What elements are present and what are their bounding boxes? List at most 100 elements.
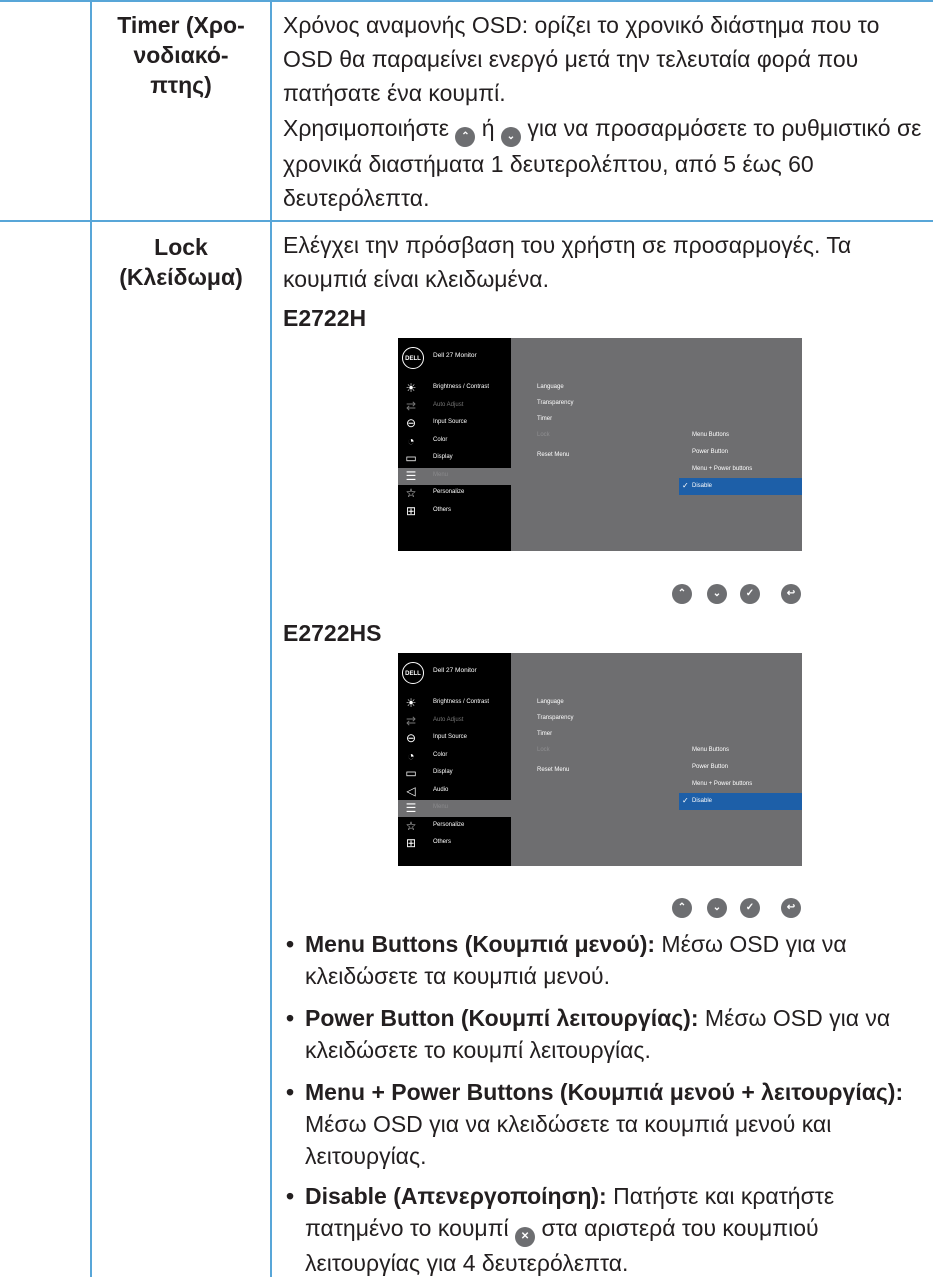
osd-menu-item: ⇄ Auto Adjust <box>398 398 511 415</box>
osd-menu-label: Display <box>433 769 453 775</box>
osd-submenu-item: Transparency <box>537 715 574 721</box>
table-rule-right <box>270 0 272 1277</box>
osd-menu-item: ⊞ Others <box>398 835 511 852</box>
osd-submenu-item: Language <box>537 699 564 705</box>
bullet-dot: • <box>286 1079 295 1105</box>
osd-menu-label: Input Source <box>433 734 468 740</box>
bullet-power-button: • Power Button (Κουμπί λειτουργίας): Μέσ… <box>283 1002 928 1066</box>
auto-adjust-icon: ⇄ <box>405 398 417 413</box>
osd-menu-label: Personalize <box>433 489 465 495</box>
display-icon: ▭ <box>405 766 417 780</box>
osd-lock-option: Power Button <box>679 759 802 776</box>
down-button-icon: ⌄ <box>707 898 727 918</box>
check-icon: ✓ <box>682 481 689 490</box>
star-icon: ☆ <box>405 486 417 500</box>
osd-menu-label: Auto Adjust <box>433 716 464 723</box>
osd-menu-item: ▭ Display <box>398 450 511 467</box>
osd-menu-item: ⊞ Others <box>398 503 511 520</box>
back-button-icon: ↩ <box>781 898 801 918</box>
osd-menu-label: Menu <box>433 804 449 810</box>
timer-adjust-text: Χρησιμοποιήστε ⌃ ή ⌄ για να προσαρμόσετε… <box>283 111 923 215</box>
osd-menu-item: ☀ Brightness / Contrast <box>398 380 511 397</box>
osd-menu-label: Others <box>433 506 452 513</box>
color-icon: ◔ <box>407 748 415 763</box>
osd-menu-label: Color <box>433 436 448 443</box>
osd-menu-item: ◔ Color <box>398 433 511 450</box>
input-source-icon: ⊖ <box>405 731 417 745</box>
osd-menu-item: ⊖ Input Source <box>398 730 511 747</box>
table-rule-mid <box>0 220 933 222</box>
auto-adjust-icon: ⇄ <box>405 713 417 728</box>
osd-lock-option: Menu + Power buttons <box>679 461 802 478</box>
osd-menu-item: ▭ Display <box>398 765 511 782</box>
osd-lock-option: Power Button <box>679 444 802 461</box>
down-icon: ⌄ <box>500 127 521 147</box>
osd-menu-label: Menu <box>433 471 449 478</box>
table-rule-top <box>0 0 933 2</box>
osd-menu-item: ☀ Brightness / Contrast <box>398 695 511 712</box>
osd-submenu-item: Transparency <box>537 400 574 406</box>
osd-submenu-item: Reset Menu <box>537 452 570 458</box>
bullet-disable: • Disable (Απενεργοποίηση): Πατήστε και … <box>283 1180 928 1279</box>
osd-option-label: Menu + Power buttons <box>692 466 753 472</box>
osd-option-label: Menu + Power buttons <box>692 781 753 787</box>
bullet-dot: • <box>286 931 295 957</box>
osd-submenu-item: Timer <box>537 416 553 422</box>
osd-lock-option: ✓ Disable <box>679 478 802 495</box>
osd-submenu-item: Lock <box>537 432 550 438</box>
menu-icon: ☰ <box>405 801 417 815</box>
osd-title: Dell 27 Monitor <box>433 352 477 359</box>
osd-menu-item: ☆ Personalize <box>398 485 511 502</box>
others-icon: ⊞ <box>405 503 417 518</box>
dell-logo: DELL <box>402 662 424 684</box>
check-icon: ✓ <box>682 796 689 805</box>
osd-option-label: Power Button <box>692 764 729 770</box>
osd-menu-label: Input Source <box>433 419 468 425</box>
model-name-e2722hs: E2722HS <box>283 620 382 646</box>
bullet-text: Μέσω OSD για να κλειδώσετε τα κουμπιά με… <box>305 1111 832 1169</box>
ok-button-icon: ✓ <box>740 584 760 604</box>
bullet-menu-power-buttons: • Menu + Power Buttons (Κουμπιά μενού + … <box>283 1076 928 1172</box>
bullet-title: Menu Buttons (Κουμπιά μενού): <box>305 931 656 957</box>
osd-option-label: Disable <box>692 483 713 489</box>
brightness-icon: ☀ <box>405 696 417 710</box>
star-icon: ☆ <box>405 818 417 833</box>
osd-header: DELL Dell 27 Monitor <box>398 338 511 380</box>
bullet-dot: • <box>286 1183 295 1209</box>
osd-menu-item: ⇄ Auto Adjust <box>398 713 511 730</box>
up-button-icon: ⌃ <box>672 584 692 604</box>
osd-menu-item: ◁ Audio <box>398 783 511 800</box>
osd-menu-label: Brightness / Contrast <box>433 384 490 390</box>
osd-lock-option: Menu Buttons <box>679 742 802 759</box>
bullet-dot: • <box>286 1005 295 1031</box>
osd-menu-label: Auto Adjust <box>433 401 464 408</box>
osd-menu-item: ☆ Personalize <box>398 818 511 835</box>
timer-adjust-b: ή <box>481 115 495 141</box>
osd-submenu-item: Language <box>537 384 564 390</box>
bullet-title: Menu + Power Buttons (Κουμπιά μενού + λε… <box>305 1079 904 1105</box>
osd-submenu-item: Reset Menu <box>537 767 570 773</box>
timer-label: Timer (Χρο- νοδιακό- πτης) <box>117 12 245 98</box>
ok-button-icon: ✓ <box>740 898 760 918</box>
osd-screenshot-e2722hs: DELL Dell 27 Monitor ☀ Brightness / Contr… <box>398 653 802 866</box>
osd-menu-item: ☰ Menu <box>398 467 511 485</box>
osd-screenshot-e2722h: DELL Dell 27 Monitor ☀ Brightness / Contr… <box>398 338 802 551</box>
bullet-menu-buttons: • Menu Buttons (Κουμπιά μενού): Μέσω OSD… <box>283 928 928 992</box>
osd-menu-item: ◔ Color <box>398 748 511 765</box>
bullet-title: Power Button (Κουμπί λειτουργίας): <box>305 1005 699 1031</box>
up-button-icon: ⌃ <box>672 898 692 918</box>
others-icon: ⊞ <box>405 836 417 850</box>
up-icon: ⌃ <box>455 127 476 147</box>
osd-header: DELL Dell 27 Monitor <box>398 653 511 695</box>
osd-menu-label: Display <box>433 454 453 460</box>
osd-menu-label: Personalize <box>433 821 465 828</box>
osd-title: Dell 27 Monitor <box>433 667 477 674</box>
osd-menu-label: Others <box>433 839 452 845</box>
input-source-icon: ⊖ <box>405 416 417 430</box>
down-button-icon: ⌄ <box>707 584 727 604</box>
dell-logo: DELL <box>402 347 424 369</box>
bullet-title: Disable (Απενεργοποίηση): <box>305 1183 607 1209</box>
osd-lock-option: Menu + Power buttons <box>679 776 802 793</box>
osd-menu-label: Brightness / Contrast <box>433 699 490 705</box>
osd-option-label: Menu Buttons <box>692 432 730 438</box>
